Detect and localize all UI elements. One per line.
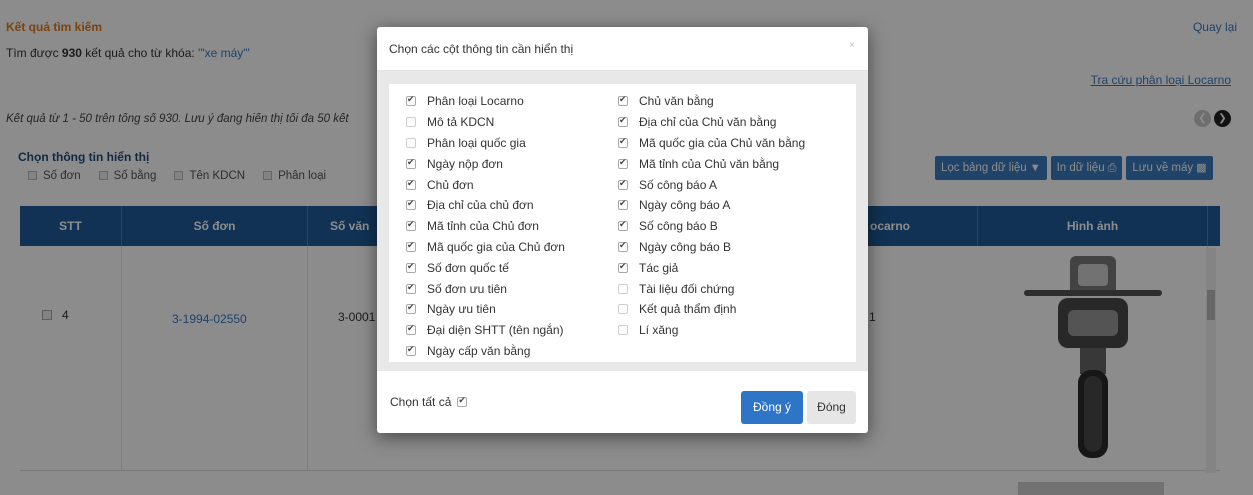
column-option-label: Ngày công báo A [639, 198, 731, 213]
modal-title: Chọn các cột thông tin cần hiển thị [389, 42, 574, 56]
checkbox-unchecked[interactable] [406, 137, 416, 148]
column-option-label: Phân loại quốc gia [427, 135, 526, 150]
column-option-label: Số đơn quốc tế [427, 260, 509, 275]
options-column-right: Chủ văn bằng Địa chỉ của Chủ văn bằng Mã q… [618, 91, 805, 341]
column-option-label: Ngày cấp văn bằng [427, 343, 531, 358]
column-option-label: Mã tỉnh của Chủ đơn [427, 219, 539, 234]
column-option[interactable]: Chủ văn bằng [618, 91, 805, 112]
column-option[interactable]: Ngày ưu tiên [406, 299, 565, 320]
column-option[interactable]: Tài liệu đối chứng [618, 278, 805, 299]
column-option-label: Địa chỉ của Chủ văn bằng [639, 115, 777, 130]
column-option[interactable]: Lí xăng [618, 320, 805, 341]
select-all-label: Chọn tất cả [390, 395, 452, 409]
column-option[interactable]: Địa chỉ của Chủ văn bằng [618, 112, 805, 133]
checkbox-checked[interactable] [406, 178, 416, 190]
column-option[interactable]: Phân loại Locarno [406, 91, 565, 112]
column-option-label: Chủ văn bằng [639, 94, 714, 109]
column-option-label: Lí xăng [639, 323, 679, 338]
column-picker-modal: Chọn các cột thông tin cần hiển thị × Ph… [377, 27, 868, 433]
column-option-label: Số đơn ưu tiên [427, 281, 507, 296]
column-option[interactable]: Mô tả KDCN [406, 112, 565, 133]
column-option[interactable]: Mã quốc gia của Chủ đơn [406, 237, 565, 258]
close-icon[interactable]: × [849, 40, 855, 51]
checkbox-checked[interactable] [406, 323, 416, 336]
checkbox-checked[interactable] [406, 282, 416, 294]
checkbox-checked[interactable] [406, 219, 416, 232]
column-option[interactable]: Ngày công báo B [618, 237, 805, 258]
checkbox-checked[interactable] [618, 198, 628, 211]
column-option-label: Mô tả KDCN [427, 115, 495, 130]
column-option-label: Mã tỉnh của Chủ văn bằng [639, 156, 780, 171]
column-option[interactable]: Tác giả [618, 257, 805, 278]
column-option[interactable]: Đại diện SHTT (tên ngắn) [406, 320, 565, 341]
column-option-label: Số công báo B [639, 219, 718, 234]
column-option[interactable]: Mã quốc gia của Chủ văn bằng [618, 133, 805, 154]
checkbox-unchecked[interactable] [406, 117, 416, 128]
checkbox-checked[interactable] [618, 115, 628, 128]
column-option-label: Ngày công báo B [639, 239, 732, 254]
column-option-label: Tài liệu đối chứng [639, 281, 735, 296]
column-option-label: Địa chỉ của chủ đơn [427, 198, 534, 213]
checkbox-checked[interactable] [618, 261, 628, 273]
column-option[interactable]: Ngày nộp đơn [406, 153, 565, 174]
checkbox-unchecked[interactable] [618, 283, 628, 294]
checkbox-checked[interactable] [618, 136, 628, 148]
column-option[interactable]: Ngày cấp văn bằng [406, 341, 565, 362]
checkbox-checked[interactable] [618, 178, 628, 190]
confirm-button[interactable]: Đồng ý [741, 391, 803, 424]
column-option-label: Kết quả thẩm định [639, 302, 737, 317]
column-option[interactable]: Số đơn quốc tế [406, 257, 565, 278]
column-option-label: Ngày ưu tiên [427, 302, 496, 317]
modal-body: Phân loại Locarno Mô tả KDCN Phân loại quố… [377, 71, 868, 371]
modal-header: Chọn các cột thông tin cần hiển thị × [377, 27, 868, 71]
checkbox-checked[interactable] [618, 94, 628, 107]
column-option[interactable]: Số công báo A [618, 174, 805, 195]
checkbox-unchecked[interactable] [618, 304, 628, 315]
checkbox-checked[interactable] [618, 240, 628, 252]
column-option-label: Ngày nộp đơn [427, 156, 503, 171]
select-all-option[interactable]: Chọn tất cả [390, 395, 468, 409]
close-button[interactable]: Đóng [807, 391, 856, 424]
column-option[interactable]: Số đơn ưu tiên [406, 278, 565, 299]
checkbox-checked[interactable] [618, 157, 628, 169]
checkbox-checked[interactable] [406, 157, 416, 169]
column-option[interactable]: Phân loại quốc gia [406, 133, 565, 154]
checkbox-checked[interactable] [406, 94, 416, 107]
checkbox-checked[interactable] [406, 302, 416, 315]
checkbox-checked[interactable] [406, 198, 416, 211]
column-option[interactable]: Địa chỉ của chủ đơn [406, 195, 565, 216]
column-option[interactable]: Ngày công báo A [618, 195, 805, 216]
checkbox-checked[interactable] [406, 344, 416, 356]
column-option-label: Mã quốc gia của Chủ văn bằng [639, 135, 806, 150]
column-option[interactable]: Số công báo B [618, 216, 805, 237]
options-column-left: Phân loại Locarno Mô tả KDCN Phân loại quố… [406, 91, 565, 361]
column-option-label: Mã quốc gia của Chủ đơn [427, 239, 565, 254]
column-option-label: Phân loại Locarno [427, 94, 524, 109]
column-option[interactable]: Mã tỉnh của Chủ đơn [406, 216, 565, 237]
column-option-label: Chủ đơn [427, 177, 474, 192]
checkbox-checked[interactable] [618, 219, 628, 232]
modal-footer: Chọn tất cả Đồng ý Đóng [377, 371, 868, 433]
column-option-label: Số công báo A [639, 177, 718, 192]
column-option[interactable]: Kết quả thẩm định [618, 299, 805, 320]
column-option[interactable]: Chủ đơn [406, 174, 565, 195]
checkbox-checked[interactable] [406, 240, 416, 252]
select-all-checkbox[interactable] [457, 395, 468, 407]
column-option-label: Tác giả [639, 260, 679, 275]
options-panel: Phân loại Locarno Mô tả KDCN Phân loại quố… [389, 84, 856, 362]
column-option-label: Đại diện SHTT (tên ngắn) [427, 323, 564, 338]
checkbox-unchecked[interactable] [618, 325, 628, 336]
column-option[interactable]: Mã tỉnh của Chủ văn bằng [618, 153, 805, 174]
checkbox-checked[interactable] [406, 261, 416, 273]
